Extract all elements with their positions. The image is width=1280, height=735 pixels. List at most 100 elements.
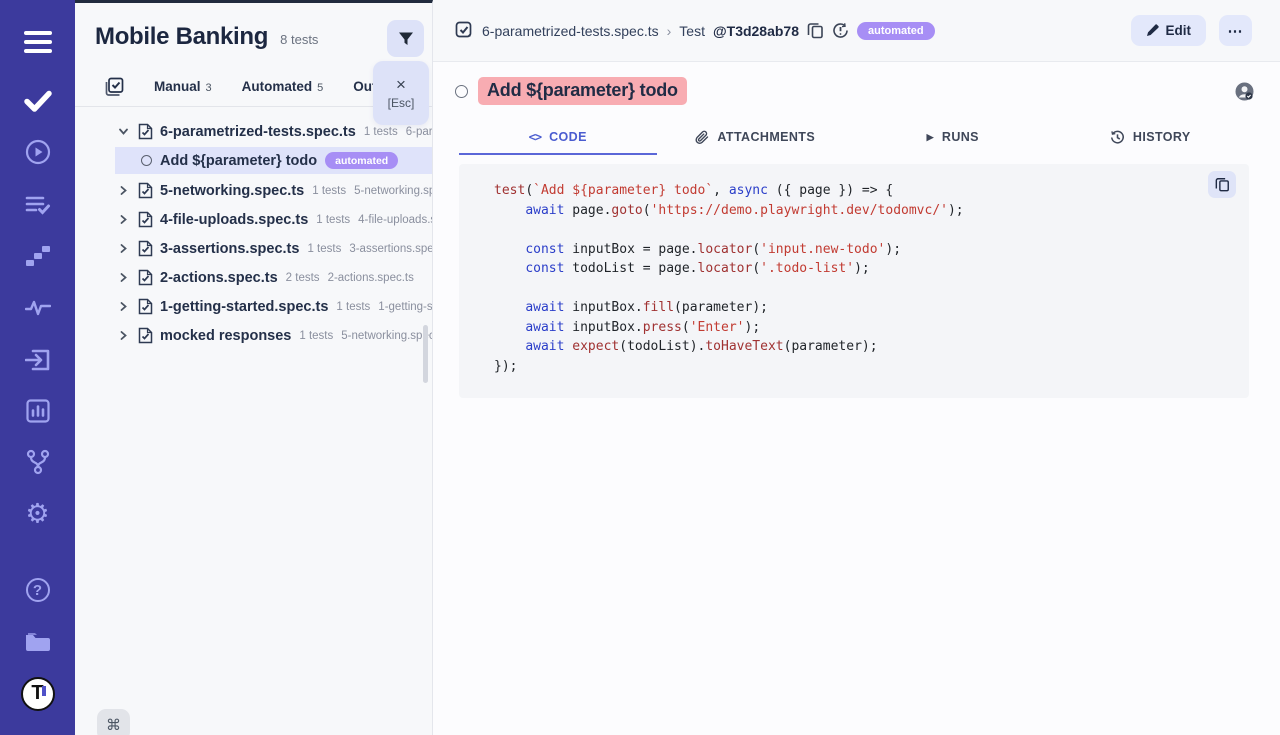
- tree-file-row[interactable]: 1-getting-started.spec.ts1 tests1-gettin…: [75, 292, 432, 321]
- filter-button[interactable]: [387, 20, 424, 57]
- logo-circle: T: [21, 677, 55, 711]
- close-icon[interactable]: ×: [396, 76, 406, 93]
- branches-icon[interactable]: [26, 449, 50, 475]
- file-name: 5-networking.spec.ts: [160, 183, 304, 199]
- edit-button[interactable]: Edit: [1131, 15, 1207, 46]
- tab-automated[interactable]: Automated 5: [242, 79, 324, 94]
- code-line: [494, 279, 1229, 299]
- tab-manual-count: 3: [206, 82, 212, 94]
- spec-file-icon: [138, 327, 153, 344]
- file-name: 2-actions.spec.ts: [160, 270, 278, 286]
- chevron-right-icon[interactable]: [118, 301, 130, 312]
- tree-scrollbar-thumb[interactable]: [423, 325, 428, 383]
- tree-file-row[interactable]: mocked responses1 tests5-networking.spec…: [75, 321, 432, 350]
- filter-escape-tooltip: × [Esc]: [373, 61, 429, 125]
- tree-panel-header: Mobile Banking 8 tests: [75, 3, 432, 51]
- breadcrumb-separator: ›: [667, 23, 672, 39]
- chevron-right-icon[interactable]: [118, 243, 130, 254]
- command-shortcut-button[interactable]: ⌘: [97, 709, 130, 735]
- automated-badge: automated: [325, 152, 398, 169]
- code-line: const todoList = page.locator('.todo-lis…: [494, 259, 1229, 279]
- test-plans-icon[interactable]: [25, 194, 51, 216]
- tab-attachments[interactable]: ATTACHMENTS: [657, 121, 855, 155]
- clock-alert-icon: [832, 22, 849, 39]
- chevron-right-icon[interactable]: [118, 214, 130, 225]
- code-lines: test(`Add ${parameter} todo`, async ({ p…: [494, 181, 1229, 376]
- funnel-icon: [398, 31, 414, 47]
- chevron-right-icon[interactable]: [118, 185, 130, 196]
- reports-chart-icon[interactable]: [26, 399, 50, 423]
- help-icon[interactable]: ?: [26, 578, 50, 602]
- test-id[interactable]: @T3d28ab78: [713, 23, 799, 39]
- spec-file-icon: [138, 240, 153, 257]
- escape-key-label: [Esc]: [388, 96, 415, 110]
- code-line: test(`Add ${parameter} todo`, async ({ p…: [494, 181, 1229, 201]
- question-mark: ?: [26, 578, 50, 602]
- test-tree: 6-parametrized-tests.spec.ts1 tests6-par…: [75, 107, 432, 350]
- detail-tabs: <> CODE ATTACHMENTS ▶ RUNS HISTORY: [459, 121, 1249, 155]
- activity-pulse-icon[interactable]: [25, 299, 51, 317]
- assignee-avatar[interactable]: [1235, 82, 1254, 101]
- tests-check-icon[interactable]: [24, 90, 52, 112]
- menu-icon[interactable]: [24, 31, 52, 53]
- tree-file-row[interactable]: 3-assertions.spec.ts1 tests3-assertions.…: [75, 234, 432, 263]
- code-line: const inputBox = page.locator('input.new…: [494, 240, 1229, 260]
- import-icon[interactable]: [25, 348, 51, 372]
- spec-file-icon: [138, 211, 153, 228]
- tree-file-row[interactable]: 4-file-uploads.spec.ts 1 tests 4-file-uplo…: [75, 205, 432, 234]
- tab-history[interactable]: HISTORY: [1052, 121, 1250, 155]
- code-line: await expect(todoList).toHaveText(parame…: [494, 337, 1229, 357]
- select-all-icon[interactable]: [105, 77, 124, 96]
- tab-manual[interactable]: Manual 3: [154, 79, 212, 94]
- breadcrumb-file[interactable]: 6-parametrized-tests.spec.ts: [482, 23, 659, 39]
- code-line: await page.goto('https://demo.playwright…: [494, 201, 1229, 221]
- test-status-circle-icon: [141, 155, 152, 166]
- file-path: 3-assertions.spec.ts: [349, 243, 432, 255]
- tree-test-row-selected[interactable]: Add ${parameter} todo automated: [115, 147, 432, 174]
- app-sidebar: ⚙ ? T: [0, 0, 75, 735]
- projects-folder-icon[interactable]: [24, 631, 52, 653]
- play-icon: ▶: [927, 132, 934, 143]
- spec-file-icon: [138, 298, 153, 315]
- spec-file-icon: [138, 123, 153, 140]
- file-test-count: 1 tests: [364, 126, 398, 138]
- test-detail-main: 6-parametrized-tests.spec.ts › Test @T3d…: [433, 0, 1280, 735]
- file-test-count: 1 tests: [316, 214, 350, 226]
- file-name: 6-parametrized-tests.spec.ts: [160, 124, 356, 140]
- copy-code-button[interactable]: [1208, 171, 1236, 198]
- file-name: 4-file-uploads.spec.ts: [160, 212, 308, 228]
- tab-manual-label: Manual: [154, 79, 201, 94]
- chevron-down-icon[interactable]: [118, 126, 130, 137]
- tree-file-row[interactable]: 2-actions.spec.ts2 tests2-actions.spec.t…: [75, 263, 432, 292]
- tab-runs[interactable]: ▶ RUNS: [854, 121, 1052, 155]
- run-play-icon[interactable]: [25, 139, 51, 165]
- spec-file-icon: [138, 182, 153, 199]
- file-test-count: 1 tests: [307, 243, 341, 255]
- copy-test-id-button[interactable]: [807, 22, 824, 39]
- chevron-right-icon[interactable]: [118, 330, 130, 341]
- code-line: await inputBox.press('Enter');: [494, 318, 1229, 338]
- project-title: Mobile Banking: [95, 23, 268, 51]
- file-test-count: 1 tests: [299, 330, 333, 342]
- sync-status-button[interactable]: [832, 22, 849, 39]
- file-path: 4-file-uploads.spec.ts: [358, 214, 432, 226]
- project-tests-count: 8 tests: [280, 32, 318, 47]
- chevron-right-icon[interactable]: [118, 272, 130, 283]
- settings-gear-icon[interactable]: ⚙: [25, 501, 49, 528]
- spec-task-icon: [455, 21, 474, 40]
- steps-icon[interactable]: [26, 244, 50, 268]
- page-title: Add ${parameter} todo: [478, 77, 687, 105]
- breadcrumb-test-label: Test: [679, 23, 705, 39]
- file-path: 2-actions.spec.ts: [328, 272, 414, 284]
- tree-file-row[interactable]: 5-networking.spec.ts1 tests5-networking.…: [75, 176, 432, 205]
- tab-code[interactable]: <> CODE: [459, 121, 657, 155]
- tab-runs-label: RUNS: [942, 130, 979, 144]
- file-test-count: 1 tests: [336, 301, 370, 313]
- spec-file-icon: [138, 269, 153, 286]
- app-logo[interactable]: T: [21, 677, 55, 711]
- file-name: 1-getting-started.spec.ts: [160, 299, 328, 315]
- tab-automated-count: 5: [317, 82, 323, 94]
- file-path: 5-networking.spec.ts: [354, 185, 432, 197]
- test-name: Add ${parameter} todo: [160, 153, 317, 169]
- more-options-button[interactable]: ⋯: [1219, 15, 1252, 46]
